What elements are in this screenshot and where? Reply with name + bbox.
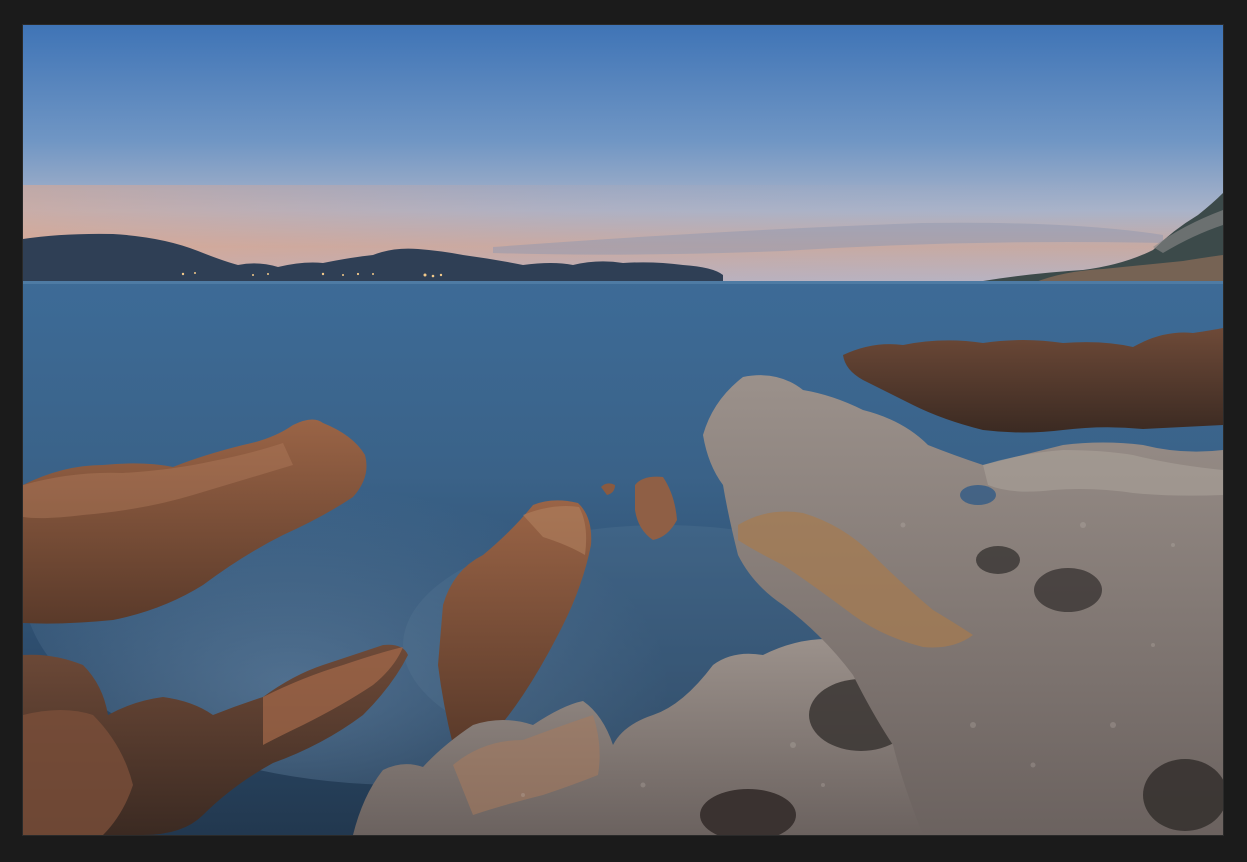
photo-frame <box>0 0 1247 862</box>
landscape-photo <box>23 25 1223 835</box>
landscape-illustration <box>23 25 1223 835</box>
